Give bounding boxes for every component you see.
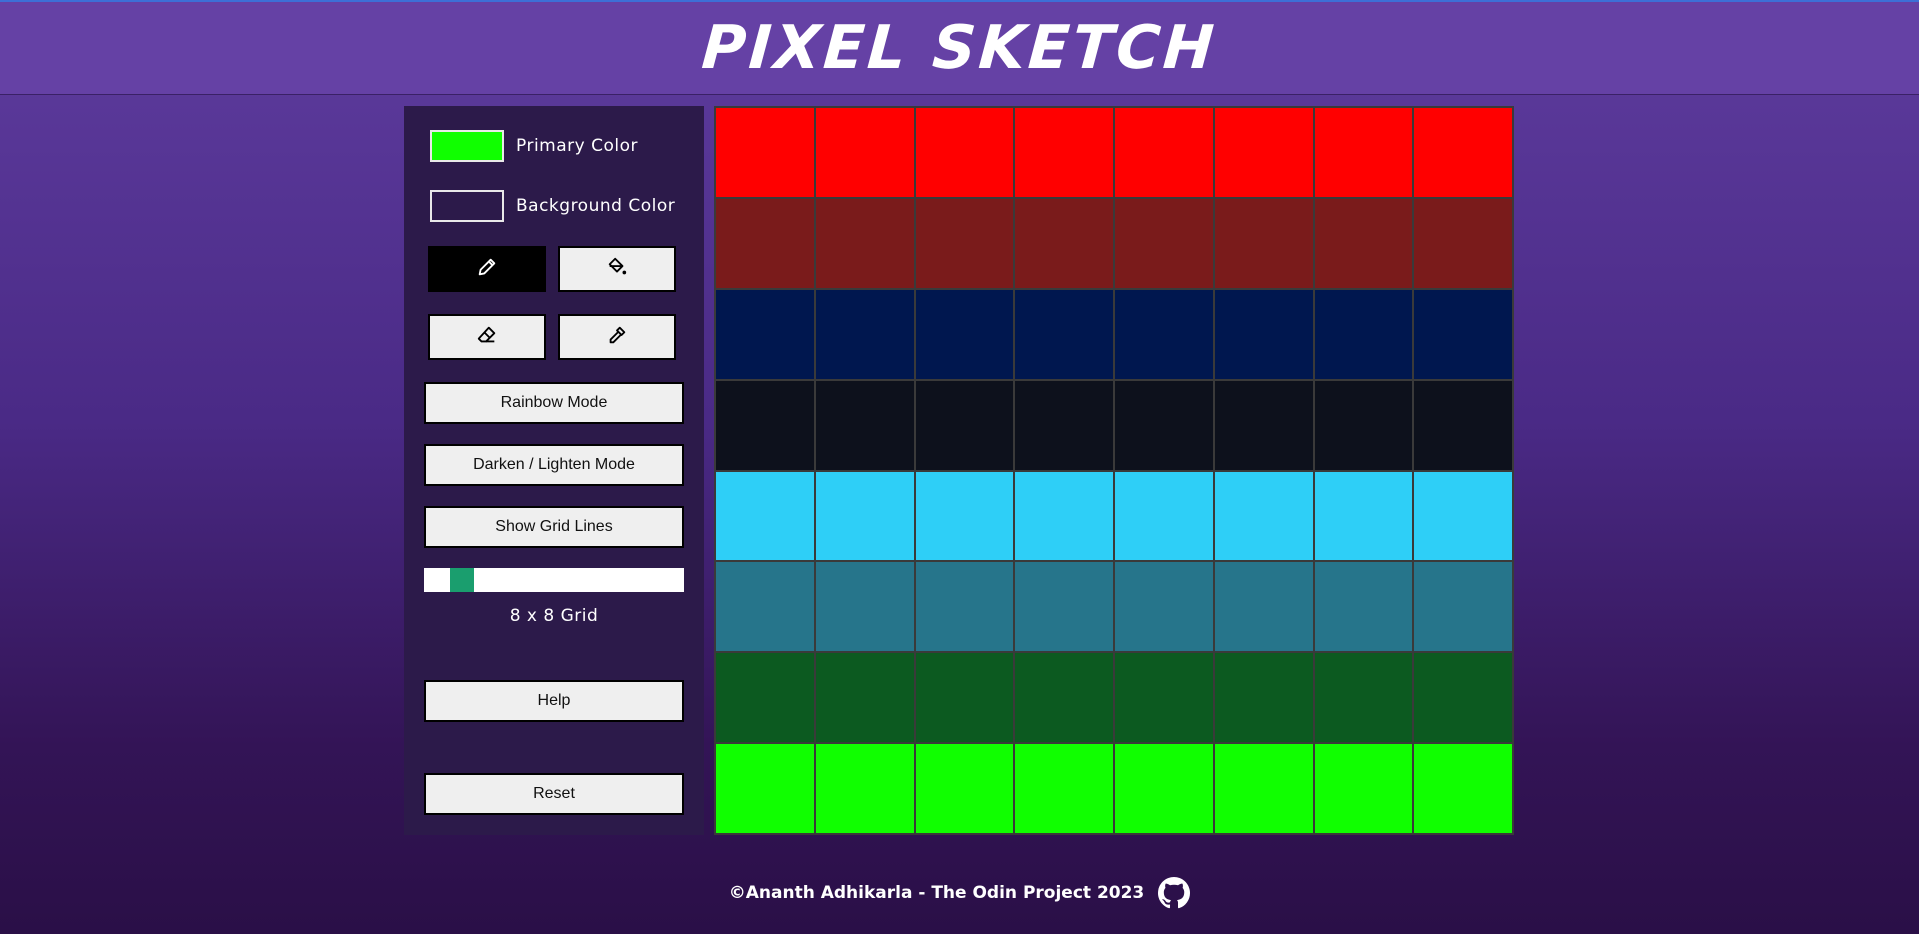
grid-cell[interactable] [1015,744,1113,833]
grid-cell[interactable] [1314,744,1413,833]
grid-cell[interactable] [716,380,814,470]
grid-cell[interactable] [1115,744,1213,833]
grid-cell[interactable] [815,653,914,743]
grid-cell[interactable] [1414,653,1512,743]
grid-cell[interactable] [1314,471,1413,561]
grid-cell[interactable] [1414,108,1512,197]
grid-cell[interactable] [1414,471,1512,561]
grid-cell[interactable] [1314,562,1413,652]
grid-cell[interactable] [915,380,1014,470]
grid-cell[interactable] [1314,289,1413,379]
darken-lighten-mode-button[interactable]: Darken / Lighten Mode [424,444,684,486]
grid-cell[interactable] [1214,380,1313,470]
background-color-row: Background Color [430,190,675,222]
grid-cell[interactable] [815,471,914,561]
pencil-icon [476,256,498,282]
grid-cell[interactable] [1015,471,1113,561]
grid-cell[interactable] [1314,198,1413,288]
grid-cell[interactable] [1214,653,1313,743]
grid-cell[interactable] [915,744,1014,833]
background-color-picker[interactable] [430,190,504,222]
grid-cell[interactable] [1414,744,1512,833]
grid-size-slider-thumb[interactable] [450,568,474,592]
grid-cell[interactable] [1015,380,1113,470]
app-header: PIXEL SKETCH [0,2,1919,95]
grid-cell[interactable] [1314,380,1413,470]
eyedropper-tool-button[interactable] [558,314,676,360]
grid-cell[interactable] [815,380,914,470]
grid-size-label: 8 x 8 Grid [509,606,599,626]
eraser-tool-button[interactable] [428,314,546,360]
grid-cell[interactable] [1214,108,1313,197]
help-button[interactable]: Help [424,680,684,722]
grid-cell[interactable] [1115,653,1213,743]
grid-size-slider[interactable] [424,568,684,592]
background-color-label: Background Color [516,196,676,216]
footer: ©Ananth Adhikarla - The Odin Project 202… [0,873,1919,913]
grid-cell[interactable] [716,198,814,288]
grid-cell[interactable] [915,562,1014,652]
grid-cell[interactable] [815,562,914,652]
pencil-tool-button[interactable] [428,246,546,292]
footer-credit: ©Ananth Adhikarla - The Odin Project 202… [728,883,1145,903]
grid-cell[interactable] [915,289,1014,379]
grid-cell[interactable] [1015,289,1113,379]
primary-color-row: Primary Color [430,130,638,162]
grid-cell[interactable] [1214,471,1313,561]
fill-tool-button[interactable] [558,246,676,292]
grid-cell[interactable] [1314,108,1413,197]
grid-cell[interactable] [1115,380,1213,470]
github-icon[interactable] [1158,877,1191,909]
paint-bucket-icon [606,256,628,282]
grid-cell[interactable] [716,744,814,833]
grid-cell[interactable] [915,653,1014,743]
eyedropper-icon [606,324,628,350]
grid-cell[interactable] [1214,289,1313,379]
grid-cell[interactable] [815,744,914,833]
grid-cell[interactable] [815,108,914,197]
grid-cell[interactable] [716,471,814,561]
primary-color-picker[interactable] [430,130,504,162]
grid-cell[interactable] [1414,380,1512,470]
page-title: PIXEL SKETCH [699,13,1220,83]
grid-cell[interactable] [1414,198,1512,288]
grid-cell[interactable] [1115,198,1213,288]
grid-cell[interactable] [1115,289,1213,379]
reset-button[interactable]: Reset [424,773,684,815]
grid-cell[interactable] [1115,108,1213,197]
grid-cell[interactable] [1015,562,1113,652]
grid-cell[interactable] [1414,289,1512,379]
grid-cell[interactable] [815,289,914,379]
grid-cell[interactable] [716,653,814,743]
grid-cell[interactable] [1015,198,1113,288]
sketch-grid[interactable] [714,106,1514,835]
grid-cell[interactable] [815,198,914,288]
grid-cell[interactable] [1414,562,1512,652]
grid-cell[interactable] [1115,471,1213,561]
control-panel: Primary Color Background Color Rainbow M… [404,106,704,835]
grid-cell[interactable] [915,471,1014,561]
eraser-icon [476,324,498,350]
grid-cell[interactable] [1314,653,1413,743]
primary-color-label: Primary Color [516,136,638,156]
rainbow-mode-button[interactable]: Rainbow Mode [424,382,684,424]
grid-cell[interactable] [716,562,814,652]
grid-cell[interactable] [1214,198,1313,288]
grid-cell[interactable] [1115,562,1213,652]
grid-cell[interactable] [1015,653,1113,743]
grid-cell[interactable] [1214,744,1313,833]
show-grid-lines-button[interactable]: Show Grid Lines [424,506,684,548]
grid-cell[interactable] [1015,108,1113,197]
grid-cell[interactable] [915,108,1014,197]
grid-cell[interactable] [1214,562,1313,652]
grid-cell[interactable] [915,198,1014,288]
grid-cell[interactable] [716,289,814,379]
grid-cell[interactable] [716,108,814,197]
